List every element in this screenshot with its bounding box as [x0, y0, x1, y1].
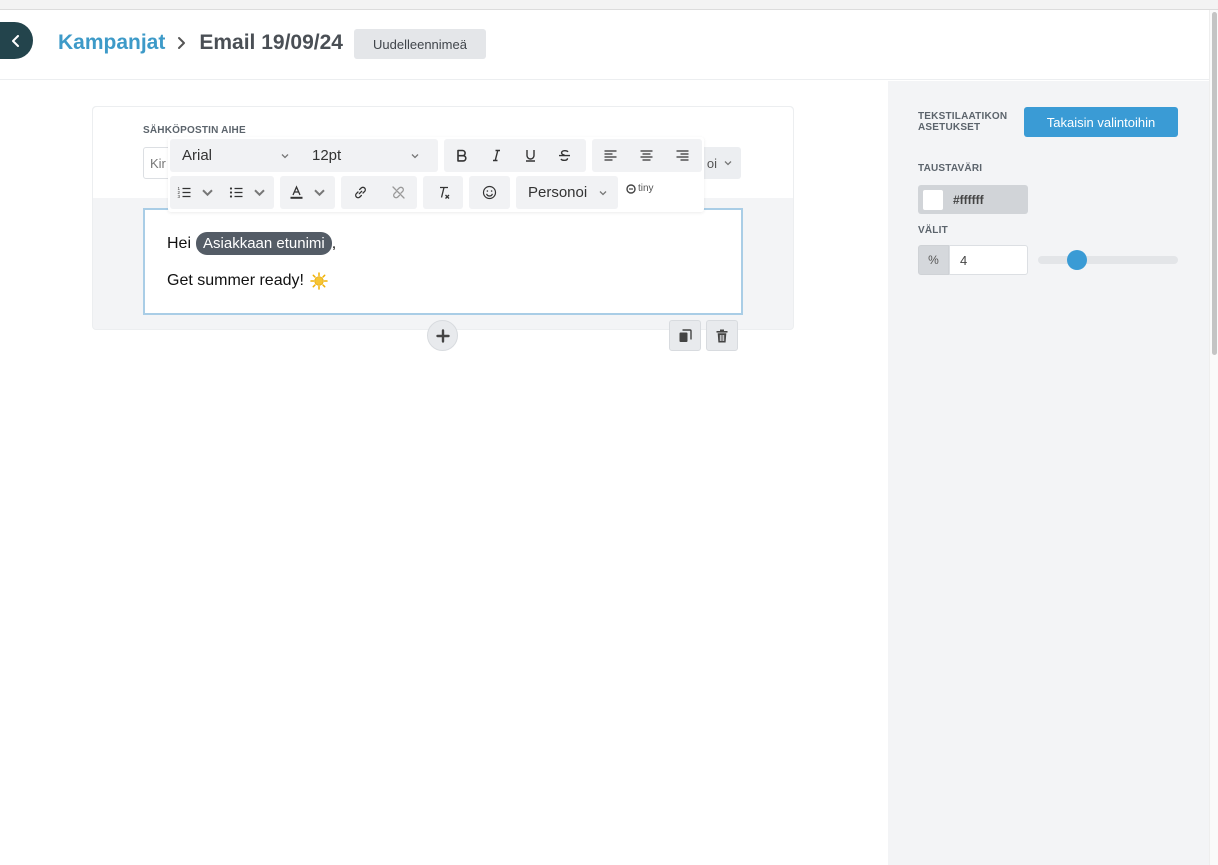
- font-family-dropdown[interactable]: Arial: [170, 139, 300, 172]
- rename-button[interactable]: Uudelleennimeä: [354, 29, 486, 59]
- background-color-value: #ffffff: [953, 192, 984, 207]
- alignment-group: [592, 139, 702, 172]
- align-left-button[interactable]: [592, 139, 628, 172]
- chevron-down-icon: [281, 153, 289, 158]
- numbered-list-button[interactable]: 123: [170, 176, 222, 209]
- scrollbar-thumb[interactable]: [1212, 12, 1217, 355]
- personalize-label: Personoi: [528, 184, 588, 201]
- italic-icon: [492, 149, 500, 162]
- sun-emoji-icon: [310, 272, 328, 290]
- spacing-unit: %: [918, 245, 949, 275]
- personalize-dropdown[interactable]: Personoi: [516, 176, 618, 209]
- duplicate-block-button[interactable]: [669, 320, 701, 351]
- chevron-down-icon: [599, 190, 607, 195]
- text-style-group: [444, 139, 586, 172]
- chevron-down-icon: [724, 161, 732, 166]
- chevron-left-icon: [11, 34, 19, 47]
- underline-icon: [525, 150, 535, 162]
- link-group: [341, 176, 417, 209]
- italic-button[interactable]: [479, 139, 513, 172]
- plus-icon: [435, 328, 450, 343]
- page-title: Email 19/09/24: [199, 31, 343, 54]
- unlink-icon: [391, 186, 405, 199]
- back-button[interactable]: [0, 22, 33, 59]
- background-color-label: TAUSTAVÄRI: [918, 163, 983, 174]
- font-size-dropdown[interactable]: 12pt: [300, 139, 430, 172]
- subject-label: SÄHKÖPOSTIN AIHE: [143, 125, 246, 136]
- page-header: Kampanjat Email 19/09/24 Uudelleennimeä: [0, 10, 1209, 80]
- bold-button[interactable]: [444, 139, 479, 172]
- strikethrough-button[interactable]: [547, 139, 582, 172]
- text-color-button[interactable]: [280, 176, 335, 209]
- align-center-button[interactable]: [628, 139, 664, 172]
- tiny-brand-text: tiny: [638, 183, 654, 194]
- insert-link-button[interactable]: [341, 176, 379, 209]
- spacing-input[interactable]: [949, 245, 1028, 275]
- numbered-list-icon: 123: [178, 186, 191, 199]
- spacing-slider-thumb[interactable]: [1066, 250, 1087, 270]
- align-center-icon: [640, 150, 652, 161]
- clear-formatting-button[interactable]: [423, 176, 463, 209]
- settings-sidebar: TEKSTILAATIKON ASETUKSET Takaisin valint…: [888, 81, 1209, 865]
- align-left-icon: [604, 150, 616, 161]
- font-family-value: Arial: [182, 147, 213, 164]
- greeting-line: Hei Asiakkaan etunimi ,: [167, 232, 336, 255]
- trash-icon: [716, 329, 728, 342]
- spacing-slider[interactable]: [1038, 250, 1178, 270]
- text-block-editor[interactable]: Hei Asiakkaan etunimi , Get summer ready…: [143, 208, 743, 315]
- text-format-toolbar: Arial 12pt 1 2 3 Personoi tiny: [168, 137, 704, 212]
- page-scrollbar[interactable]: [1209, 10, 1218, 865]
- browser-top-strip: [0, 0, 1218, 10]
- merge-tag[interactable]: Asiakkaan etunimi: [196, 232, 332, 255]
- list-group: 123: [170, 176, 274, 209]
- greeting-suffix: ,: [331, 234, 337, 252]
- chevron-down-icon: [202, 189, 213, 197]
- underline-button[interactable]: [513, 139, 547, 172]
- bullet-list-button[interactable]: [222, 176, 274, 209]
- text-color-group: [280, 176, 335, 209]
- back-to-options-button[interactable]: Takaisin valintoihin: [1024, 107, 1178, 137]
- emoji-button[interactable]: [469, 176, 510, 209]
- text-color-icon: [290, 185, 302, 199]
- link-icon: [354, 186, 366, 199]
- strikethrough-icon: [559, 149, 570, 162]
- emoji-group: [469, 176, 510, 209]
- delete-block-button[interactable]: [706, 320, 738, 351]
- tiny-branding[interactable]: tiny: [626, 183, 654, 194]
- body-text: Get summer ready!: [167, 272, 304, 289]
- font-size-value: 12pt: [312, 147, 342, 164]
- color-swatch: [923, 189, 943, 210]
- font-selectors-group: Arial 12pt: [170, 139, 438, 172]
- bold-icon: [457, 149, 467, 162]
- chevron-right-icon: [178, 37, 186, 49]
- background-color-picker[interactable]: #ffffff: [918, 185, 1028, 214]
- tiny-logo-icon: [626, 183, 636, 194]
- spacing-label: VÄLIT: [918, 225, 948, 236]
- svg-text:3: 3: [178, 194, 181, 199]
- personalize-group: Personoi: [516, 176, 618, 209]
- align-right-button[interactable]: [664, 139, 700, 172]
- subject-personalize-label: oi: [706, 155, 717, 171]
- greeting-prefix: Hei: [167, 234, 192, 252]
- breadcrumb: Kampanjat Email 19/09/24: [58, 31, 343, 55]
- align-right-icon: [676, 150, 688, 161]
- chevron-down-icon: [254, 189, 265, 197]
- breadcrumb-campaigns-link[interactable]: Kampanjat: [58, 31, 165, 55]
- add-block-button[interactable]: [427, 320, 458, 351]
- chevron-down-icon: [411, 153, 419, 158]
- remove-link-button[interactable]: [379, 176, 417, 209]
- chevron-down-icon: [313, 189, 325, 197]
- smiley-icon: [482, 185, 497, 200]
- copy-icon: [679, 328, 692, 342]
- sidebar-heading: TEKSTILAATIKON ASETUKSET: [918, 111, 1008, 133]
- clear-formatting-icon: [439, 186, 449, 199]
- bullet-list-icon: [229, 187, 243, 198]
- body-line: Get summer ready!: [167, 272, 328, 290]
- clear-format-group: [423, 176, 463, 209]
